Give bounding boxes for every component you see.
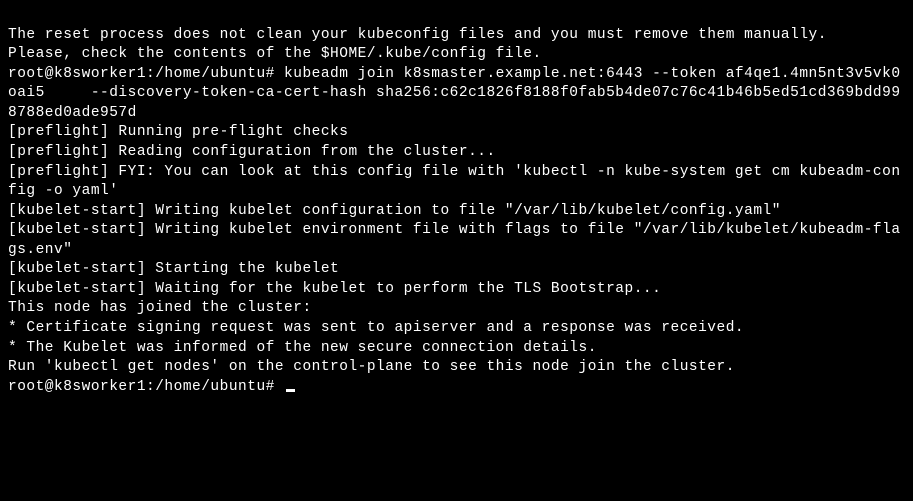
shell-prompt[interactable]: root@k8sworker1:/home/ubuntu# xyxy=(8,379,295,395)
output-line: [kubelet-start] Starting the kubelet xyxy=(8,260,905,280)
output-line: This node has joined the cluster: xyxy=(8,299,905,319)
output-line: * Certificate signing request was sent t… xyxy=(8,319,905,339)
output-line: [preflight] Running pre-flight checks xyxy=(8,123,905,143)
output-line: Please, check the contents of the $HOME/… xyxy=(8,45,905,65)
cursor-icon xyxy=(286,389,295,392)
output-line: root@k8sworker1:/home/ubuntu# kubeadm jo… xyxy=(8,65,905,124)
output-line: [kubelet-start] Writing kubelet configur… xyxy=(8,202,905,222)
output-line: The reset process does not clean your ku… xyxy=(8,26,905,46)
output-line: [kubelet-start] Waiting for the kubelet … xyxy=(8,280,905,300)
terminal-output[interactable]: The reset process does not clean your ku… xyxy=(8,6,905,397)
output-line: Run 'kubectl get nodes' on the control-p… xyxy=(8,358,905,378)
prompt-text: root@k8sworker1:/home/ubuntu# xyxy=(8,379,284,395)
output-line: * The Kubelet was informed of the new se… xyxy=(8,339,905,359)
output-line: [preflight] FYI: You can look at this co… xyxy=(8,163,905,202)
output-line: [kubelet-start] Writing kubelet environm… xyxy=(8,221,905,260)
output-line: [preflight] Reading configuration from t… xyxy=(8,143,905,163)
